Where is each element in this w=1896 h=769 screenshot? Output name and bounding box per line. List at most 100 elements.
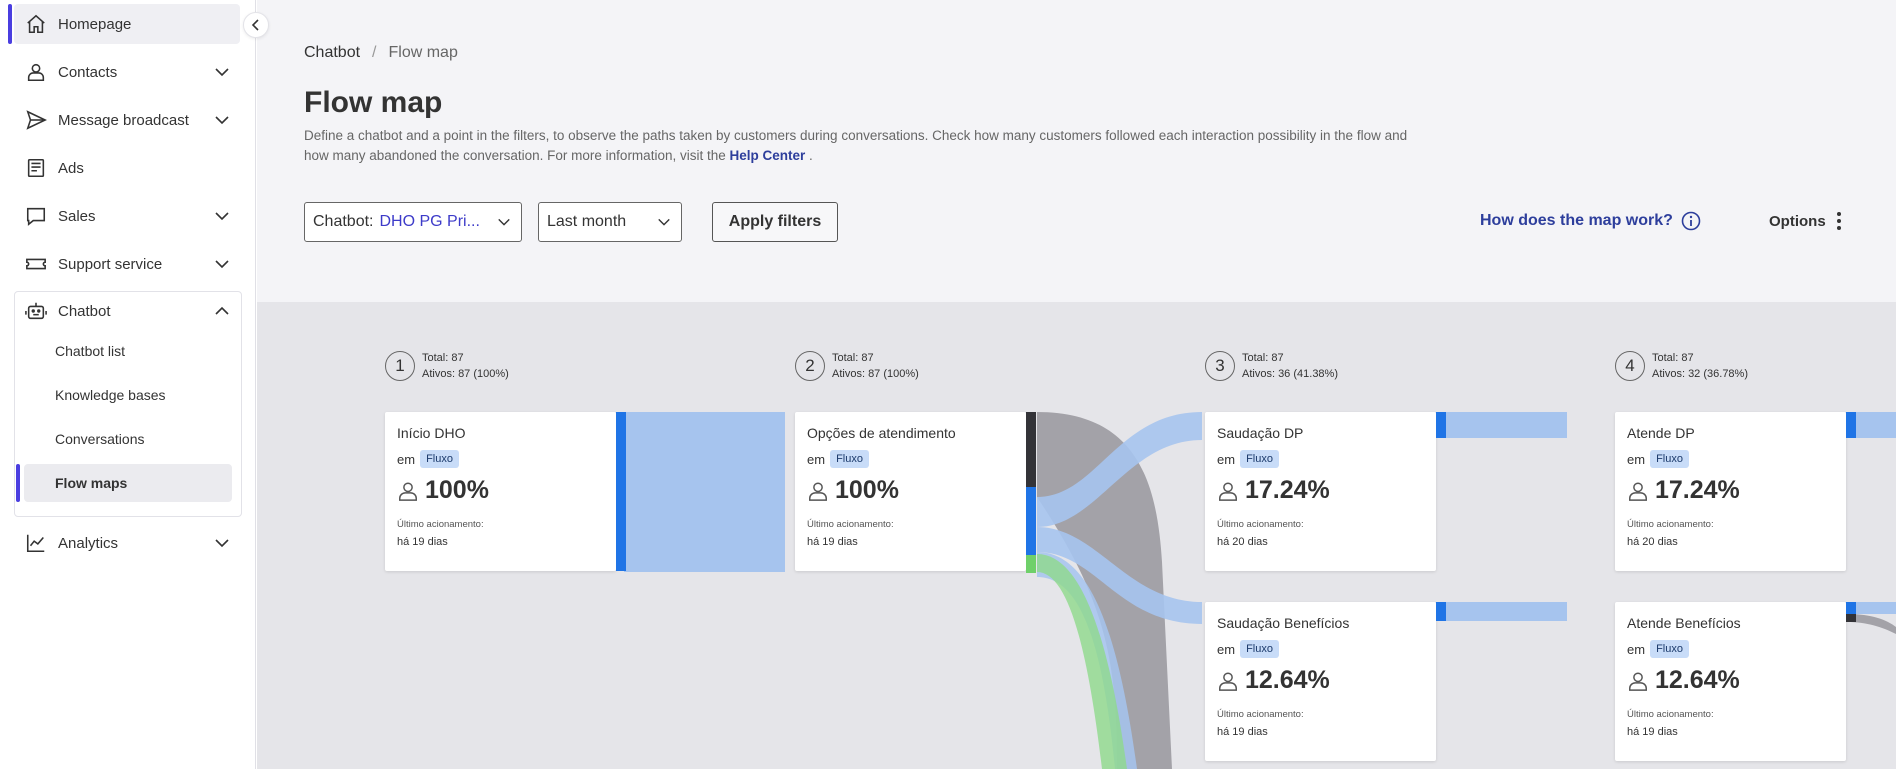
sidebar-item-chatbot[interactable]: Chatbot [14,291,240,331]
flow-map-canvas[interactable]: 1 Total: 87 Ativos: 87 (100%) 2 Total: 87… [257,302,1896,769]
breadcrumb-chatbot-link[interactable]: Chatbot [304,44,360,62]
period-select[interactable]: Last month [538,202,682,242]
node-title: Início DHO [397,425,466,441]
home-icon [24,12,48,36]
node-output-port [1026,555,1036,573]
flow-node-card[interactable]: Saudação Benefícios em Fluxo 12.64% Últim… [1205,602,1436,761]
user-icon [24,60,48,84]
node-title: Opções de atendimento [807,425,956,441]
node-in-label: em [397,451,416,467]
node-in-label: em [1627,641,1646,657]
stage-total: Total: 87 [422,352,464,364]
options-label: Options [1769,212,1826,230]
flow-node-card[interactable]: Atende Benefícios em Fluxo 12.64% Último … [1615,602,1846,761]
stage-header: 2 Total: 87 Ativos: 87 (100%) [795,350,919,382]
flow-badge: Fluxo [1240,640,1279,658]
node-title: Saudação Benefícios [1217,615,1350,631]
sidebar-item-label: Homepage [58,15,132,33]
user-icon [1219,671,1237,691]
stage-number: 2 [795,351,825,381]
user-icon [1219,481,1237,501]
stage-number: 3 [1205,351,1235,381]
sidebar-item-sales[interactable]: Sales [14,196,240,236]
flow-node-card[interactable]: Início DHO em Fluxo 100% Último acionamen… [385,412,616,571]
sidebar-item-contacts[interactable]: Contacts [14,52,240,92]
chart-line-icon [24,531,48,555]
flow-node-card[interactable]: Atende DP em Fluxo 17.24% Último acioname… [1615,412,1846,571]
node-title: Atende Benefícios [1627,615,1741,631]
collapse-sidebar-button[interactable] [243,12,269,38]
user-icon [809,481,827,501]
chatbot-select[interactable]: Chatbot: DHO PG Pri... [304,202,522,242]
node-percentage: 17.24% [1245,476,1330,504]
node-output-port [1026,487,1036,555]
period-select-value: Last month [547,213,627,230]
user-icon [1629,671,1647,691]
sidebar-subitem-chatbot-list[interactable]: Chatbot list [24,332,232,370]
sidebar-item-analytics[interactable]: Analytics [14,523,240,563]
sidebar-item-label: Chatbot [58,302,111,320]
stage-total: Total: 87 [832,352,874,364]
sidebar-subitem-knowledge-bases[interactable]: Knowledge bases [24,376,232,414]
node-percentage: 100% [425,476,489,504]
chevron-down-icon [215,212,229,221]
node-output-port [1436,602,1446,621]
breadcrumb: Chatbot / Flow map [304,44,458,62]
node-in-label: em [807,451,826,467]
options-menu-button[interactable]: Options [1769,211,1842,231]
sidebar-item-support-service[interactable]: Support service [14,244,240,284]
stage-total: Total: 87 [1652,352,1694,364]
node-percentage: 100% [835,476,899,504]
info-icon [1681,211,1701,231]
node-output-port [1846,412,1856,438]
flow-link [624,412,785,572]
page-title: Flow map [304,86,443,119]
chevron-down-icon [215,539,229,548]
stage-header: 4 Total: 87 Ativos: 32 (36.78%) [1615,350,1748,382]
breadcrumb-separator: / [372,44,377,61]
stage-number: 4 [1615,351,1645,381]
page-header: Chatbot / Flow map Flow map Define a cha… [257,0,1896,302]
stage-header: 3 Total: 87 Ativos: 36 (41.38%) [1205,350,1338,382]
how-map-works-link[interactable]: How does the map work? [1480,211,1701,231]
node-in-label: em [1217,451,1236,467]
flow-badge: Fluxo [1240,450,1279,468]
node-in-label: em [1217,641,1236,657]
sidebar-item-homepage[interactable]: Homepage [8,4,240,44]
flow-link [1439,602,1567,621]
user-icon [1629,481,1647,501]
sidebar-item-label: Support service [58,255,163,273]
apply-filters-button[interactable]: Apply filters [712,202,838,242]
stage-header: 1 Total: 87 Ativos: 87 (100%) [385,350,509,382]
sidebar-item-ads[interactable]: Ads [14,148,240,188]
stage-active: Ativos: 36 (41.38%) [1242,368,1338,380]
chevron-down-icon [215,260,229,269]
node-percentage: 12.64% [1655,666,1740,694]
sidebar-subitem-flow-maps[interactable]: Flow maps [16,464,232,502]
last-trigger-value: há 20 dias [1217,536,1268,548]
chatbot-select-label: Chatbot: [313,213,374,230]
chevron-left-icon [251,19,259,31]
last-trigger-label: Último acionamento: [1627,519,1714,530]
description-text: Define a chatbot and a point in the filt… [304,128,1408,163]
flow-node-card[interactable]: Opções de atendimento em Fluxo 100% Últim… [795,412,1026,571]
flow-link [1439,412,1567,438]
last-trigger-label: Último acionamento: [397,519,484,530]
node-percentage: 12.64% [1245,666,1330,694]
flow-badge: Fluxo [1650,640,1689,658]
stage-total: Total: 87 [1242,352,1284,364]
last-trigger-value: há 20 dias [1627,536,1678,548]
sidebar-item-message-broadcast[interactable]: Message broadcast [14,100,240,140]
stage-active: Ativos: 87 (100%) [422,368,509,380]
help-center-link[interactable]: Help Center [730,148,806,163]
sidebar-item-label: Sales [58,207,96,225]
chevron-up-icon [215,306,229,315]
flow-node-card[interactable]: Saudação DP em Fluxo 17.24% Último aciona… [1205,412,1436,571]
send-icon [24,108,48,132]
flow-badge: Fluxo [1650,450,1689,468]
flow-badge: Fluxo [420,450,459,468]
sidebar-subitem-conversations[interactable]: Conversations [24,420,232,458]
how-map-works-label: How does the map work? [1480,212,1673,229]
stage-active: Ativos: 87 (100%) [832,368,919,380]
chat-icon [24,204,48,228]
